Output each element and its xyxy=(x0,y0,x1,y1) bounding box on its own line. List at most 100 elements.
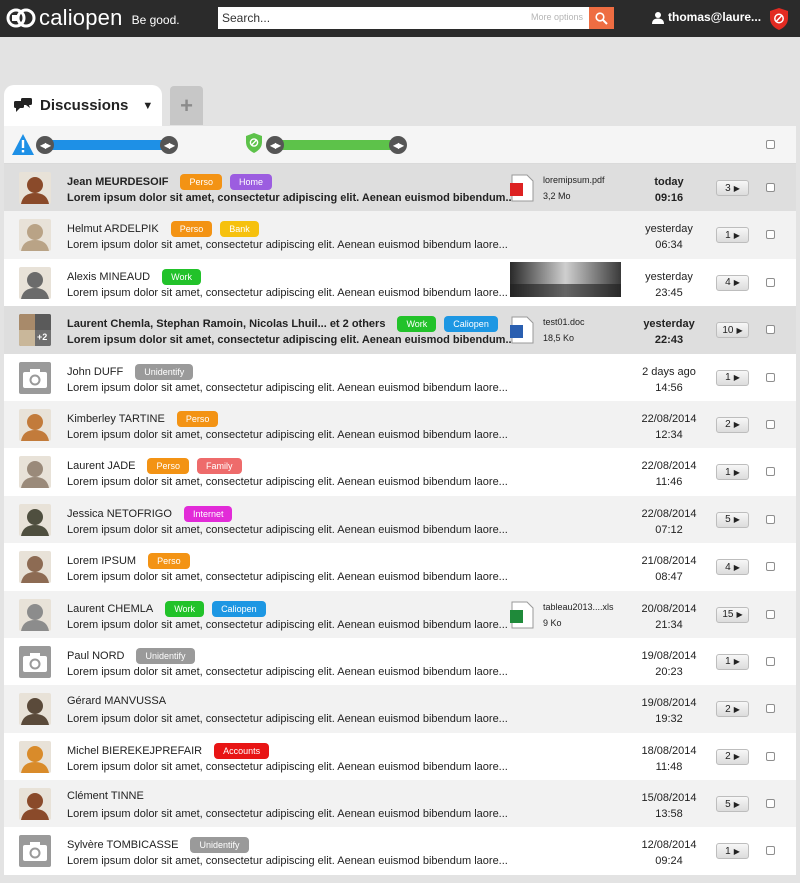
attachment[interactable]: tableau2013....xls 9 Ko xyxy=(509,601,614,629)
search-input[interactable] xyxy=(218,7,518,29)
tag-badge[interactable]: Perso xyxy=(176,410,219,427)
thread-header: Laurent JADE Perso Family xyxy=(67,458,242,475)
thread-checkbox[interactable] xyxy=(766,799,775,809)
thread-row[interactable]: Laurent JADE Perso Family Lorem ipsum dolor… xyxy=(4,448,796,496)
privacy-shield-button[interactable] xyxy=(768,7,790,36)
thread-checkbox[interactable] xyxy=(766,183,775,192)
thread-row[interactable]: Jessica NETOFRIGO Internet Lorem ipsum dol… xyxy=(4,495,796,544)
thread-participants: Laurent CHEMLA xyxy=(67,602,154,615)
message-count-button[interactable]: 1 ▶ xyxy=(716,653,749,670)
thread-row[interactable]: John DUFF Unidentify Lorem ipsum dolor sit… xyxy=(4,353,796,401)
privacy-slider-max-handle[interactable]: ◀▶ xyxy=(160,136,178,154)
message-count-button[interactable]: 1 ▶ xyxy=(716,843,749,860)
attachment-info: loremipsum.pdf 3,2 Mo xyxy=(543,175,605,201)
thread-checkbox[interactable] xyxy=(766,372,775,382)
tag-badge[interactable]: Internet xyxy=(183,505,233,522)
attachment[interactable]: test01.doc 18,5 Ko xyxy=(509,316,585,344)
tag-badge[interactable]: Family xyxy=(197,458,242,475)
message-count-button[interactable]: 2 ▶ xyxy=(716,748,749,765)
thread-row[interactable]: Gérard MANVUSSA Lorem ipsum dolor sit ame… xyxy=(4,685,796,733)
tag-badge[interactable]: Unidentify xyxy=(136,647,195,664)
message-count-button[interactable]: 15 ▶ xyxy=(716,606,749,623)
tag-badge[interactable]: Bank xyxy=(220,221,259,238)
importance-slider-max-handle[interactable]: ◀▶ xyxy=(389,136,407,154)
message-count-button[interactable]: 10 ▶ xyxy=(716,322,749,339)
message-count-button[interactable]: 5 ▶ xyxy=(716,511,749,528)
tag-badge[interactable]: Perso xyxy=(147,458,189,475)
thread-checkbox[interactable] xyxy=(766,609,775,619)
message-count: 1 xyxy=(725,656,731,668)
avatar xyxy=(19,598,51,631)
play-arrow-icon: ▶ xyxy=(733,752,740,762)
select-all-checkbox[interactable] xyxy=(766,140,775,149)
shield-icon xyxy=(770,8,788,30)
message-count-button[interactable]: 4 ▶ xyxy=(716,274,749,291)
tag-badge[interactable]: Caliopen xyxy=(444,316,498,333)
message-count-button[interactable]: 5 ▶ xyxy=(716,796,749,813)
thread-row[interactable]: Helmut ARDELPIK Perso Bank Lorem ipsum dolo… xyxy=(4,211,796,259)
thread-checkbox[interactable] xyxy=(766,656,775,666)
tag-badge[interactable]: Caliopen xyxy=(212,600,266,617)
tag-badge[interactable]: Work xyxy=(165,600,205,617)
caret-down-icon[interactable]: ▼ xyxy=(142,100,153,112)
thread-checkbox[interactable] xyxy=(766,230,775,240)
search-button[interactable] xyxy=(589,7,614,29)
thread-row[interactable]: Paul NORD Unidentify Lorem ipsum dolor sit… xyxy=(4,637,796,686)
message-count-button[interactable]: 1 ▶ xyxy=(716,369,749,386)
thread-excerpt: Lorem ipsum dolor sit amet, consectetur … xyxy=(67,476,508,489)
thread-checkbox[interactable] xyxy=(766,325,775,335)
thread-excerpt: Lorem ipsum dolor sit amet, consectetur … xyxy=(67,571,508,584)
tag-badge[interactable]: Unidentify xyxy=(190,837,249,854)
avatar xyxy=(19,551,51,584)
thread-checkbox[interactable] xyxy=(766,846,775,856)
tag-badge[interactable]: Unidentify xyxy=(135,363,194,380)
thread-row[interactable]: Jean MEURDESOIF Perso Home Lorem ipsum dolo… xyxy=(4,164,796,212)
thread-row[interactable]: Clément TINNE Lorem ipsum dolor sit amet,… xyxy=(4,780,796,828)
tag-badge[interactable]: Perso xyxy=(148,553,190,570)
thread-checkbox[interactable] xyxy=(766,562,775,572)
message-count-button[interactable]: 3 ▶ xyxy=(716,180,749,196)
thread-row[interactable]: Alexis MINEAUD Work Lorem ipsum dolor sit … xyxy=(4,258,796,307)
thread-row[interactable]: Kimberley TARTINE Perso Lorem ipsum dolor … xyxy=(4,400,796,449)
more-options-link[interactable]: More options xyxy=(531,12,583,22)
thread-checkbox[interactable] xyxy=(766,751,775,761)
date-label: 21/08/2014 xyxy=(641,555,697,568)
attachment[interactable]: loremipsum.pdf 3,2 Mo xyxy=(509,174,605,202)
message-count-button[interactable]: 2 ▶ xyxy=(716,701,749,718)
thread-row[interactable]: +2 Laurent Chemla, Stephan Ramoin, Nicola… xyxy=(4,306,796,354)
tag-badge[interactable]: Work xyxy=(397,316,437,333)
thread-header: Kimberley TARTINE Perso xyxy=(67,410,219,427)
tag-badge[interactable]: Work xyxy=(162,268,201,285)
thread-date: today 09:16 xyxy=(629,174,709,206)
thread-header: Michel BIEREKEJPREFAIR Accounts xyxy=(67,742,270,759)
tag-badge[interactable]: Perso xyxy=(170,221,213,238)
user-menu[interactable]: thomas@laure... xyxy=(652,10,761,24)
message-count-button[interactable]: 1 ▶ xyxy=(716,464,749,481)
thread-checkbox[interactable] xyxy=(766,419,775,429)
thread-row[interactable]: Sylvère TOMBICASSE Unidentify Lorem ipsum … xyxy=(4,827,796,875)
thread-checkbox[interactable] xyxy=(766,277,775,287)
tag-badge[interactable]: Perso xyxy=(180,174,222,190)
tag-badge[interactable]: Home xyxy=(229,174,272,190)
thread-checkbox[interactable] xyxy=(766,467,775,477)
importance-slider-min-handle[interactable]: ◀▶ xyxy=(266,136,284,154)
thread-row[interactable]: Lorem IPSUM Perso Lorem ipsum dolor sit am… xyxy=(4,543,796,591)
message-count-button[interactable]: 4 ▶ xyxy=(716,559,749,576)
message-count-button[interactable]: 1 ▶ xyxy=(716,227,749,244)
add-tab-button[interactable]: + xyxy=(170,86,203,125)
thread-row[interactable]: Michel BIEREKEJPREFAIR Accounts Lorem ipsu… xyxy=(4,732,796,781)
caliopen-logo[interactable]: caliopen Be good. xyxy=(6,4,180,32)
thread-date: 22/08/2014 07:12 xyxy=(629,506,709,538)
thread-checkbox[interactable] xyxy=(766,514,775,524)
play-arrow-icon: ▶ xyxy=(733,799,740,809)
photo-attachment-preview[interactable] xyxy=(510,261,621,297)
tab-discussions[interactable]: Discussions ▼ xyxy=(4,85,162,126)
thread-participants: Helmut ARDELPIK xyxy=(67,223,159,236)
avatar xyxy=(19,503,51,536)
thread-checkbox[interactable] xyxy=(766,704,775,714)
message-count-button[interactable]: 2 ▶ xyxy=(716,416,749,433)
tag-badge[interactable]: Accounts xyxy=(214,742,270,759)
avatar xyxy=(19,693,51,726)
privacy-slider-min-handle[interactable]: ◀▶ xyxy=(36,136,54,154)
thread-row[interactable]: Laurent CHEMLA Work Caliopen Lorem ipsum do… xyxy=(4,590,796,638)
